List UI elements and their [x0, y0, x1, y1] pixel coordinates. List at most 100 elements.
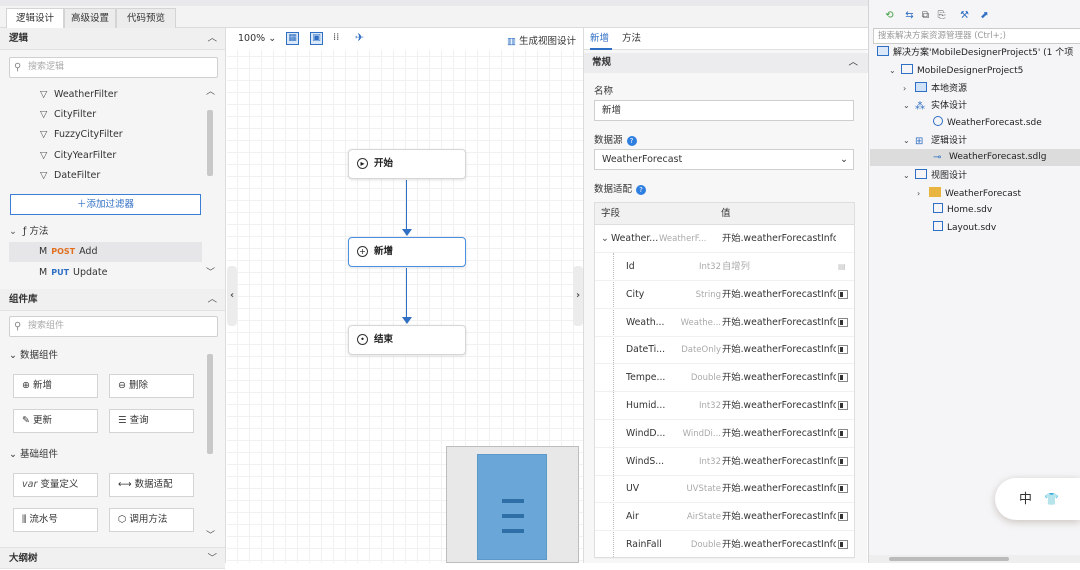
list-item[interactable]: ▽ WeatherFilter	[40, 85, 118, 105]
datasource-select[interactable]: WeatherForecast ⌄	[594, 149, 854, 170]
outline-section-header[interactable]: 大纲树 ﹀	[0, 547, 225, 569]
tree-local-resources[interactable]: › 本地资源	[903, 80, 967, 97]
chevron-up-icon[interactable]: ︿	[206, 84, 215, 97]
dots-grid-icon[interactable]: ⁞⁞	[333, 32, 339, 43]
tree-home-file[interactable]: Home.sdv	[933, 202, 992, 219]
method-item-add[interactable]: M POST Add	[9, 242, 202, 262]
chevron-down-icon[interactable]: ⌄	[903, 97, 915, 114]
expression-picker-icon[interactable]	[838, 401, 848, 410]
component-add-button[interactable]: ⊕ 新增	[13, 374, 98, 398]
chevron-down-icon[interactable]: ⌄	[889, 62, 901, 79]
table-row[interactable]: UV UVState 开始.weatherForecastInfo.U	[595, 475, 854, 504]
table-row[interactable]: Humid... Int32 开始.weatherForecastInfo.H	[595, 392, 854, 420]
component-query-button[interactable]: ☰ 查询	[109, 409, 194, 433]
chevron-right-icon[interactable]: ›	[917, 185, 929, 202]
arrow-icon[interactable]: ⬈	[978, 9, 991, 22]
chevron-up-icon[interactable]: ︿	[207, 28, 217, 50]
collapse-right-handle[interactable]: ›	[573, 266, 583, 326]
table-row[interactable]: Tempe... Double 开始.weatherForecastInfo.T	[595, 364, 854, 393]
tab-code-preview[interactable]: 代码预览	[116, 8, 176, 28]
table-icon[interactable]: ▤	[838, 253, 846, 281]
ime-indicator[interactable]: 中 👕	[995, 478, 1080, 520]
wrench-icon[interactable]: ⚒	[958, 9, 971, 22]
list-item[interactable]: ▽ DateFilter	[40, 166, 100, 186]
chevron-down-icon[interactable]: ﹀	[206, 528, 215, 541]
solution-search-input[interactable]: 搜索解决方案资源管理器 (Ctrl+;)	[873, 28, 1080, 44]
help-icon[interactable]: ?	[626, 135, 637, 146]
chevron-up-icon[interactable]: ︿	[207, 289, 217, 311]
logic-section-header[interactable]: 逻辑 ︿	[0, 28, 225, 50]
basic-components-group[interactable]: ⌄ 基础组件	[9, 446, 58, 464]
shirt-icon[interactable]: 👕	[1044, 492, 1059, 506]
list-item[interactable]: ▽ CityYearFilter	[40, 146, 116, 166]
list-item[interactable]: ▽ CityFilter	[40, 105, 96, 125]
tab-node-properties[interactable]: 新增	[590, 28, 612, 50]
table-row[interactable]: Id Int32 自增列 ▤	[595, 253, 854, 281]
tree-logic-design[interactable]: ⌄ ⊞ 逻辑设计	[903, 132, 967, 149]
copy-icon[interactable]: ⎘	[935, 9, 948, 22]
table-row[interactable]: WindD... WindDi... 开始.weatherForecastInfo.…	[595, 420, 854, 448]
tree-logic-file[interactable]: ⊸ WeatherForecast.sdlg	[933, 149, 1046, 166]
components-scrollbar[interactable]	[207, 354, 213, 454]
chevron-down-icon[interactable]: ⌄	[601, 225, 609, 253]
flow-node-start[interactable]: ▸ 开始	[348, 149, 466, 179]
generate-view-button[interactable]: ▥ 生成视图设计	[507, 33, 576, 47]
name-field[interactable]: 新增	[594, 100, 854, 121]
tree-entity-design[interactable]: ⌄ ⁂ 实体设计	[903, 97, 967, 114]
list-item[interactable]: ▽ FuzzyCityFilter	[40, 125, 123, 145]
scrollbar-thumb[interactable]	[889, 557, 1009, 561]
chevron-right-icon[interactable]: ›	[903, 80, 915, 97]
minimap[interactable]	[446, 446, 579, 563]
collapse-all-icon[interactable]: ⧉	[919, 9, 932, 22]
tree-entity-file[interactable]: WeatherForecast.sde	[933, 115, 1042, 132]
flow-canvas[interactable]: 100% ⌄ ▦ ▣ ⁞⁞ ✈ ▥ 生成视图设计 ▸ 开始 + 新增 • 结束 ‹ ›	[227, 28, 583, 563]
tab-logic-design[interactable]: 逻辑设计	[6, 8, 64, 28]
chevron-down-icon[interactable]: ⌄	[903, 167, 915, 184]
table-row[interactable]: Weath... Weathe... 开始.weatherForecastInfo.…	[595, 309, 854, 337]
component-serial-button[interactable]: ⫼ 流水号	[13, 508, 98, 532]
expression-picker-icon[interactable]	[838, 428, 848, 438]
tree-view-folder[interactable]: › WeatherForecast	[917, 185, 1021, 202]
tree-solution[interactable]: 解决方案'MobileDesignerProject5' (1 个项	[877, 45, 1073, 62]
tree-layout-file[interactable]: Layout.sdv	[933, 220, 996, 237]
components-search-input[interactable]: ⚲ 搜索组件	[9, 316, 218, 337]
expression-picker-icon[interactable]	[838, 540, 848, 549]
snap-icon[interactable]: ▣	[310, 32, 323, 45]
general-section-header[interactable]: 常规 ︿	[584, 53, 868, 73]
tab-method[interactable]: 方法	[622, 28, 641, 50]
methods-group[interactable]: ⌄ ƒ 方法	[9, 222, 202, 242]
table-row[interactable]: WindS... Int32 开始.weatherForecastInfo.V	[595, 448, 854, 476]
components-section-header[interactable]: 组件库 ︿	[0, 289, 225, 311]
table-row[interactable]: Air AirState 开始.weatherForecastInfo.A	[595, 503, 854, 532]
table-row[interactable]: DateTi... DateOnly 开始.weatherForecastInfo.…	[595, 336, 854, 365]
zoom-select[interactable]: 100% ⌄	[238, 33, 276, 44]
table-row[interactable]: RainFall Double 开始.weatherForecastInfo.R	[595, 531, 854, 559]
chevron-down-icon[interactable]: ﹀	[207, 548, 217, 570]
tab-advanced-settings[interactable]: 高级设置	[64, 8, 116, 28]
chevron-down-icon[interactable]: ⌄	[903, 132, 915, 149]
chevron-down-icon[interactable]: ﹀	[206, 265, 215, 278]
expression-picker-icon[interactable]	[838, 484, 848, 494]
component-call-method-button[interactable]: ⬡ 调用方法	[109, 508, 194, 532]
grid-icon[interactable]: ▦	[286, 32, 299, 45]
component-update-button[interactable]: ✎ 更新	[13, 409, 98, 433]
sync-icon[interactable]: ⟲	[883, 9, 896, 22]
minimap-viewport[interactable]	[477, 454, 547, 560]
table-row[interactable]: ⌄ Weather... WeatherF... 开始.weatherForec…	[595, 225, 854, 253]
expression-picker-icon[interactable]	[838, 317, 848, 327]
help-icon[interactable]: ?	[636, 184, 647, 195]
chevron-up-icon[interactable]: ︿	[848, 53, 858, 73]
table-row[interactable]: City String 开始.weatherForecastInfo.C	[595, 281, 854, 309]
logic-scrollbar[interactable]	[207, 110, 213, 176]
expression-picker-icon[interactable]	[838, 373, 848, 383]
tree-view-design[interactable]: ⌄ 视图设计	[903, 167, 967, 184]
tree-project[interactable]: ⌄ MobileDesignerProject5	[889, 62, 1023, 79]
add-filter-button[interactable]: ＋添加过滤器	[10, 194, 201, 215]
component-adapter-button[interactable]: ⟷ 数据适配	[109, 473, 194, 497]
component-variable-button[interactable]: var 变量定义	[13, 473, 98, 497]
logic-search-input[interactable]: ⚲ 搜索逻辑	[9, 57, 218, 78]
flow-node-end[interactable]: • 结束	[348, 325, 466, 355]
expression-picker-icon[interactable]	[838, 512, 848, 522]
flow-node-add[interactable]: + 新增	[348, 237, 466, 267]
method-item-update[interactable]: M PUT Update	[9, 263, 202, 283]
